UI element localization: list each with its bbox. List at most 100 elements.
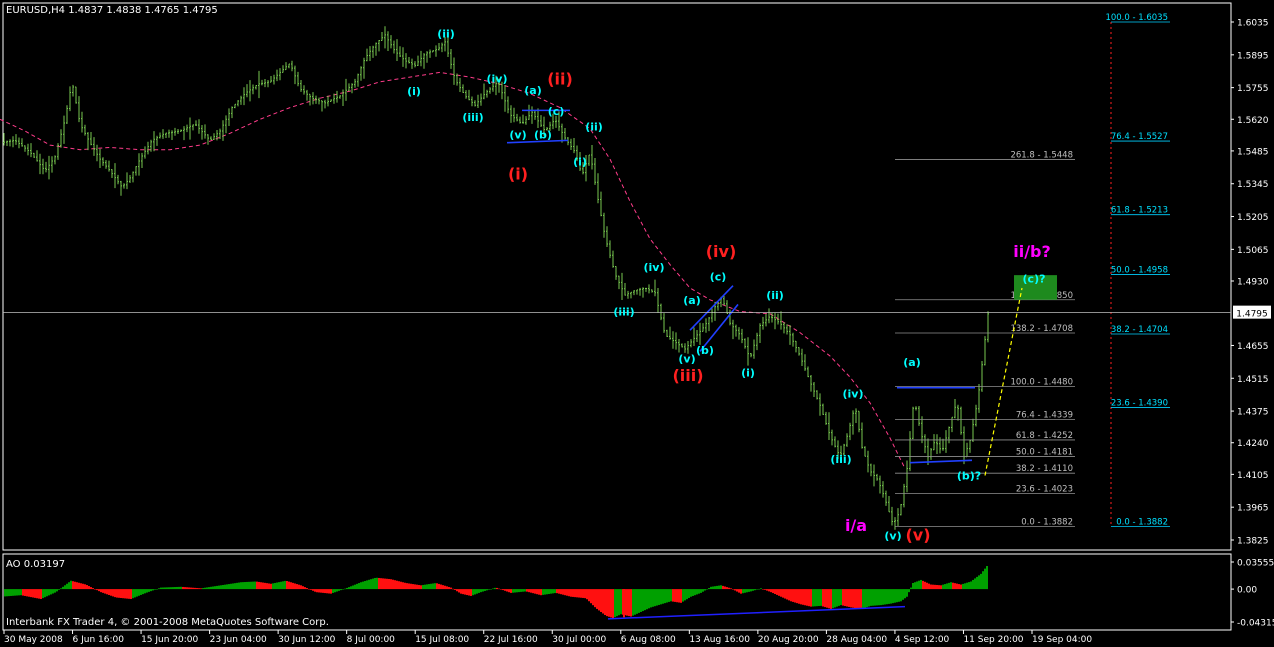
- ao-histogram-bar: [814, 589, 816, 607]
- ao-histogram-bar: [986, 566, 988, 590]
- ao-histogram-bar: [762, 589, 764, 590]
- ao-histogram-bar: [800, 589, 802, 605]
- ao-histogram-bar: [936, 584, 938, 590]
- ao-histogram-bar: [452, 588, 454, 590]
- wave-label: (iii): [462, 111, 483, 124]
- ao-histogram-bar: [826, 589, 828, 608]
- ao-histogram-bar: [520, 589, 522, 592]
- ao-histogram-bar: [612, 589, 614, 619]
- ao-histogram-bar: [578, 589, 580, 598]
- ao-histogram-bar: [880, 589, 882, 606]
- ao-histogram-bar: [852, 589, 854, 608]
- ao-histogram-bar: [364, 581, 366, 590]
- ao-histogram-bar: [54, 589, 56, 593]
- ao-histogram-bar: [410, 583, 412, 590]
- ao-histogram-bar: [604, 589, 606, 616]
- ao-histogram-bar: [598, 589, 600, 611]
- ao-histogram-bar: [918, 580, 920, 590]
- ao-histogram-bar: [154, 589, 156, 590]
- ao-histogram-bar: [544, 589, 546, 595]
- ao-histogram-bar: [486, 589, 488, 591]
- ao-histogram-bar: [264, 582, 266, 590]
- y-tick-label: 1.5485: [1237, 147, 1269, 157]
- x-tick-label: 30 Jun 12:00: [278, 635, 335, 645]
- ao-histogram-bar: [312, 589, 314, 591]
- ao-histogram-bar: [82, 583, 84, 590]
- ao-histogram-bar: [706, 589, 708, 590]
- ao-histogram-bar: [48, 589, 50, 596]
- ao-histogram-bar: [404, 582, 406, 590]
- ao-histogram-bar: [758, 588, 760, 590]
- ao-histogram-bar: [830, 589, 832, 609]
- ao-histogram-bar: [860, 589, 862, 609]
- ao-histogram-bar: [818, 589, 820, 607]
- ao-histogram-bar: [792, 589, 794, 602]
- y-tick-label: 1.4240: [1237, 439, 1269, 449]
- ao-histogram-bar: [22, 589, 24, 596]
- ao-histogram-bar: [592, 589, 594, 606]
- ao-histogram-bar: [96, 589, 98, 591]
- ao-histogram-bar: [346, 587, 348, 590]
- ao-histogram-bar: [316, 589, 318, 593]
- ao-histogram-bar: [744, 589, 746, 593]
- ao-label: AO 0.03197: [6, 559, 65, 570]
- ao-histogram-bar: [528, 589, 530, 593]
- wave-label: (ii): [766, 289, 784, 302]
- ao-histogram-bar: [176, 586, 178, 590]
- ao-histogram-bar: [694, 589, 696, 596]
- y-tick-label: 1.4105: [1237, 471, 1269, 481]
- ao-histogram-bar: [200, 588, 202, 590]
- ao-histogram-bar: [374, 577, 376, 590]
- ao-histogram-bar: [898, 589, 900, 602]
- ao-histogram-bar: [938, 585, 940, 590]
- x-tick-label: 19 Sep 04:00: [1032, 635, 1092, 645]
- ao-histogram-bar: [854, 589, 856, 609]
- x-tick-label: 30 Jul 00:00: [552, 635, 606, 645]
- ao-histogram-bar: [34, 589, 36, 598]
- ao-histogram-bar: [10, 589, 12, 596]
- ao-histogram-bar: [148, 589, 150, 592]
- ao-histogram-bar: [756, 589, 758, 590]
- ao-histogram-bar: [336, 589, 338, 592]
- ao-histogram-bar: [554, 589, 556, 594]
- ao-histogram-bar: [564, 589, 566, 596]
- ao-histogram-bar: [682, 589, 684, 602]
- ao-histogram-bar: [752, 589, 754, 591]
- ao-histogram-bar: [254, 581, 256, 590]
- ao-histogram-bar: [70, 580, 72, 590]
- ao-histogram-bar: [468, 589, 470, 596]
- fib-right-label: 100.0 - 1.6035: [1105, 13, 1168, 23]
- mt4-chart[interactable]: 261.8 - 1.5448161.8 - 1.4850138.2 - 1.47…: [0, 0, 1274, 647]
- ao-histogram-bar: [242, 582, 244, 590]
- ao-histogram-bar: [950, 582, 952, 590]
- ao-histogram-bar: [688, 589, 690, 598]
- ao-histogram-bar: [402, 582, 404, 590]
- ao-histogram-bar: [730, 588, 732, 590]
- ao-histogram-bar: [172, 587, 174, 590]
- ao-histogram-bar: [132, 589, 134, 599]
- ao-histogram-bar: [770, 589, 772, 593]
- ao-histogram-bar: [736, 589, 738, 592]
- ao-histogram-bar: [808, 589, 810, 607]
- ao-histogram-bar: [834, 589, 836, 608]
- ao-histogram-bar: [790, 589, 792, 602]
- ao-histogram-bar: [846, 589, 848, 607]
- ao-histogram-bar: [104, 589, 106, 594]
- ao-histogram-bar: [90, 587, 92, 590]
- ao-histogram-bar: [406, 583, 408, 590]
- x-tick-label: 28 Aug 04:00: [826, 635, 887, 645]
- wave-label: (b): [534, 129, 552, 142]
- ao-histogram-bar: [904, 589, 906, 599]
- ao-histogram-bar: [386, 578, 388, 590]
- ao-histogram-bar: [192, 587, 194, 590]
- ao-histogram-bar: [568, 589, 570, 597]
- ao-histogram-bar: [754, 589, 756, 591]
- ao-histogram-bar: [136, 589, 138, 597]
- symbol-header: EURUSD,H4 1.4837 1.4838 1.4765 1.4795: [6, 5, 218, 16]
- ao-histogram-bar: [118, 589, 120, 598]
- wave-label: (c)?: [1023, 273, 1046, 286]
- ao-tick-label: 0.00: [1237, 586, 1257, 596]
- ao-histogram-bar: [724, 586, 726, 590]
- fib-left-label: 61.8 - 1.4252: [1016, 431, 1073, 441]
- ao-histogram-bar: [80, 583, 82, 590]
